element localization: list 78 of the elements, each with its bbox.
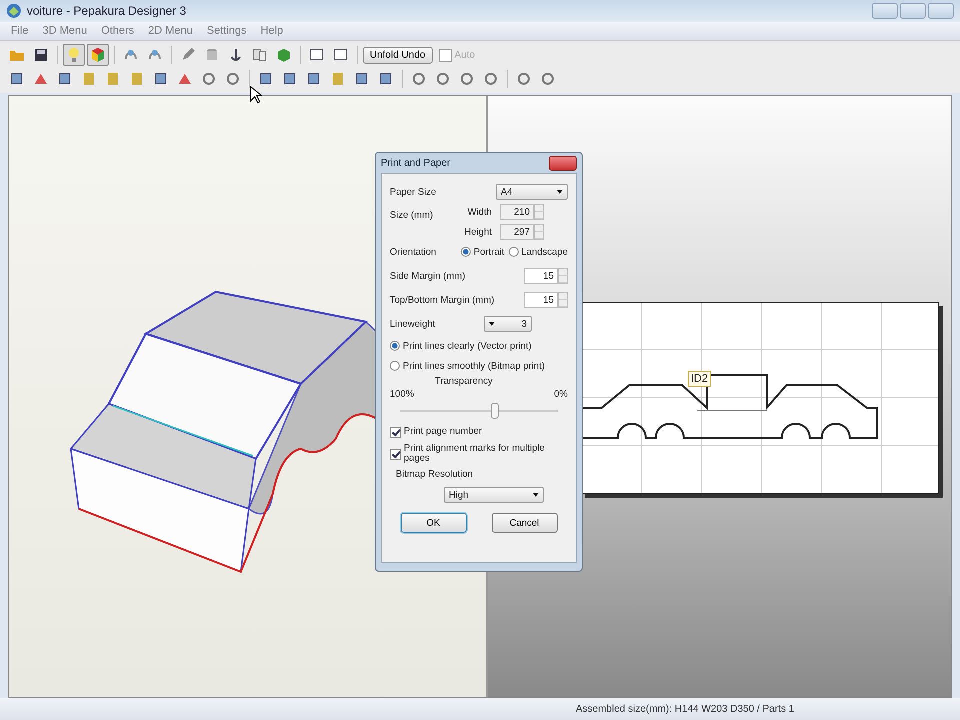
checkbox-label[interactable]: Print alignment marks for multiple pages: [404, 444, 568, 464]
auto-label: Auto: [454, 50, 476, 60]
transparency-label: Transparency: [435, 376, 493, 387]
radio-button[interactable]: [508, 247, 519, 257]
tool-icon[interactable]: [516, 71, 532, 87]
window-title: voiture - Pepakura Designer 3: [27, 4, 186, 18]
bitmap-resolution-dropdown[interactable]: High: [444, 487, 544, 503]
width-label: Width: [468, 206, 492, 218]
cancel-button[interactable]: Cancel: [492, 513, 558, 533]
orientation-option[interactable]: Portrait: [474, 246, 505, 258]
slider-thumb[interactable]: [490, 403, 499, 419]
checkbox[interactable]: [390, 448, 401, 460]
lineweight-label: Lineweight: [390, 318, 436, 330]
dialog-title: Print and Paper: [381, 158, 452, 168]
tool-icon[interactable]: [153, 71, 169, 87]
unfold-undo-button[interactable]: Unfold Undo: [363, 46, 433, 64]
slider-min-label: 100%: [390, 388, 414, 400]
menu-item[interactable]: 3D Menu: [36, 25, 94, 37]
mouse-pointer-icon: [250, 86, 262, 104]
pencil-icon[interactable]: [180, 47, 196, 63]
menu-item[interactable]: Others: [94, 25, 142, 37]
tool-icon[interactable]: [9, 71, 25, 87]
status-text: Assembled size(mm): H144 W203 D350 / Parts 1: [576, 704, 794, 714]
size-label: Size (mm): [390, 210, 434, 221]
tool-icon[interactable]: [411, 71, 427, 87]
anchor-icon[interactable]: [228, 47, 244, 63]
menu-item[interactable]: Settings: [200, 25, 254, 37]
minimize-button[interactable]: [872, 3, 898, 19]
tool-icon[interactable]: [483, 71, 499, 87]
tool-icon[interactable]: [459, 71, 475, 87]
window-icon[interactable]: [309, 47, 325, 63]
tool-icon[interactable]: [306, 71, 322, 87]
color-cube-icon[interactable]: [90, 47, 106, 63]
paper-size-label: Paper Size: [390, 186, 436, 198]
top-bottom-margin-field[interactable]: 15: [524, 292, 558, 308]
tool-icon[interactable]: [57, 71, 73, 87]
tool-icon[interactable]: [378, 71, 394, 87]
tool-icon[interactable]: [282, 71, 298, 87]
window-icon[interactable]: [333, 47, 349, 63]
part-id-label: ID2: [688, 371, 712, 387]
checkbox[interactable]: [390, 426, 401, 438]
orientation-label: Orientation: [390, 246, 436, 258]
save-icon[interactable]: [33, 47, 49, 63]
print-mode-option[interactable]: Print lines smoothly (Bitmap print): [403, 360, 546, 372]
lineweight-dropdown[interactable]: 3: [484, 316, 532, 332]
orientation-option[interactable]: Landscape: [522, 246, 568, 258]
tool-icon[interactable]: [435, 71, 451, 87]
lightbulb-icon[interactable]: [66, 47, 82, 63]
menu-item[interactable]: 2D Menu: [141, 25, 200, 37]
tool-icon[interactable]: [201, 71, 217, 87]
cube-icon[interactable]: [276, 47, 292, 63]
top-bottom-margin-label: Top/Bottom Margin (mm): [390, 294, 495, 306]
ok-button[interactable]: OK: [400, 513, 466, 533]
maximize-button[interactable]: [900, 3, 926, 19]
width-field[interactable]: 210: [500, 204, 534, 220]
pages-icon[interactable]: [252, 47, 268, 63]
close-button[interactable]: [549, 156, 577, 170]
cylinder-icon[interactable]: [204, 47, 220, 63]
checkbox-label[interactable]: Print page number: [404, 426, 482, 438]
tool-icon[interactable]: [540, 71, 556, 87]
tool-icon[interactable]: [225, 71, 241, 87]
slider-max-label: 0%: [554, 388, 568, 400]
height-field[interactable]: 297: [500, 224, 534, 240]
tool-icon[interactable]: [354, 71, 370, 87]
paper-size-dropdown[interactable]: A4: [496, 184, 568, 200]
menu-item[interactable]: Help: [254, 25, 290, 37]
app-logo-icon: [6, 3, 22, 19]
bitmap-resolution-label: Bitmap Resolution: [396, 468, 474, 480]
transparency-slider[interactable]: [400, 401, 558, 421]
side-margin-field[interactable]: 15: [524, 268, 558, 284]
tool-icon[interactable]: [258, 71, 274, 87]
menu-item[interactable]: File: [4, 25, 36, 37]
radio-button[interactable]: [390, 361, 400, 371]
height-label: Height: [464, 226, 492, 238]
radio-button[interactable]: [390, 341, 400, 351]
print-mode-option[interactable]: Print lines clearly (Vector print): [403, 340, 532, 352]
radio-button[interactable]: [460, 247, 471, 257]
side-margin-label: Side Margin (mm): [390, 270, 466, 282]
